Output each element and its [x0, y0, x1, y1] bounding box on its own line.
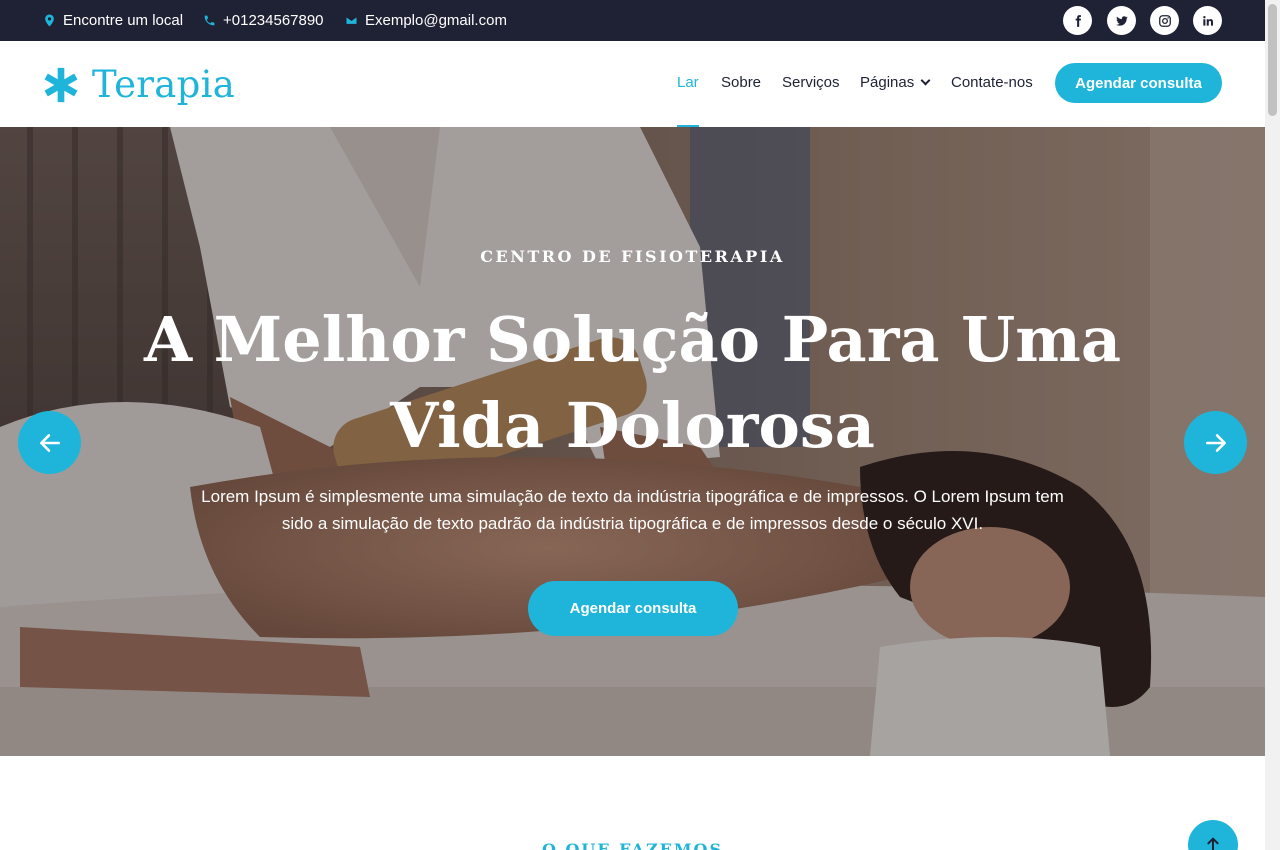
- arrow-up-icon: [1207, 837, 1219, 850]
- instagram-icon: [1158, 14, 1171, 27]
- carousel-next-button[interactable]: [1184, 411, 1247, 474]
- nav-item-sobre[interactable]: Sobre: [721, 41, 761, 127]
- nav-item-paginas-label: Páginas: [860, 74, 915, 91]
- nav-item-lar[interactable]: Lar: [677, 41, 699, 127]
- brand-logo[interactable]: Terapia: [42, 63, 235, 106]
- arrow-right-icon: [1205, 433, 1226, 452]
- hero-kicker: CENTRO DE FISIOTERAPIA: [480, 247, 785, 266]
- top-bar: Encontre um local +01234567890 Exemplo@g…: [0, 0, 1265, 41]
- phone-icon: [204, 15, 215, 26]
- carousel-prev-button[interactable]: [18, 411, 81, 474]
- location-text: Encontre um local: [63, 12, 184, 29]
- nav-item-contate-nos[interactable]: Contate-nos: [951, 41, 1033, 127]
- twitter-icon: [1115, 15, 1128, 26]
- email-link[interactable]: Exemplo@gmail.com: [345, 0, 507, 41]
- location-link[interactable]: Encontre um local: [43, 0, 183, 41]
- nav-item-paginas[interactable]: Páginas: [860, 41, 931, 127]
- hero-title: A Melhor Solução Para Uma Vida Dolorosa: [143, 303, 1121, 462]
- facebook-icon: [1075, 14, 1081, 27]
- twitter-button[interactable]: [1107, 6, 1136, 35]
- main-navbar: Terapia Lar Sobre Serviços Páginas Conta…: [0, 41, 1265, 127]
- envelope-icon: [345, 16, 358, 25]
- hero-description: Lorem Ipsum é simplesmente uma simulação…: [201, 487, 1064, 533]
- arrow-left-icon: [39, 433, 60, 452]
- section-label-what-we-do: O QUE FAZEMOS: [541, 840, 724, 850]
- page-scrollbar[interactable]: [1265, 0, 1280, 850]
- scrollbar-thumb[interactable]: [1268, 4, 1277, 116]
- email-text: Exemplo@gmail.com: [365, 12, 507, 29]
- map-marker-icon: [45, 14, 54, 27]
- phone-text: +01234567890: [223, 12, 324, 29]
- back-to-top-button[interactable]: [1188, 820, 1238, 850]
- hero-book-appointment-button[interactable]: Agendar consulta: [528, 581, 738, 636]
- chevron-down-icon: [920, 75, 931, 86]
- phone-link[interactable]: +01234567890: [203, 0, 324, 41]
- brand-name: Terapia: [92, 63, 236, 106]
- linkedin-icon: [1202, 15, 1213, 26]
- instagram-button[interactable]: [1150, 6, 1179, 35]
- asterisk-logo-icon: [44, 67, 78, 102]
- hero-carousel: CENTRO DE FISIOTERAPIA A Melhor Solução …: [0, 127, 1265, 756]
- facebook-button[interactable]: [1063, 6, 1092, 35]
- book-appointment-button[interactable]: Agendar consulta: [1055, 63, 1222, 103]
- linkedin-button[interactable]: [1193, 6, 1222, 35]
- nav-item-servicos[interactable]: Serviços: [782, 41, 840, 127]
